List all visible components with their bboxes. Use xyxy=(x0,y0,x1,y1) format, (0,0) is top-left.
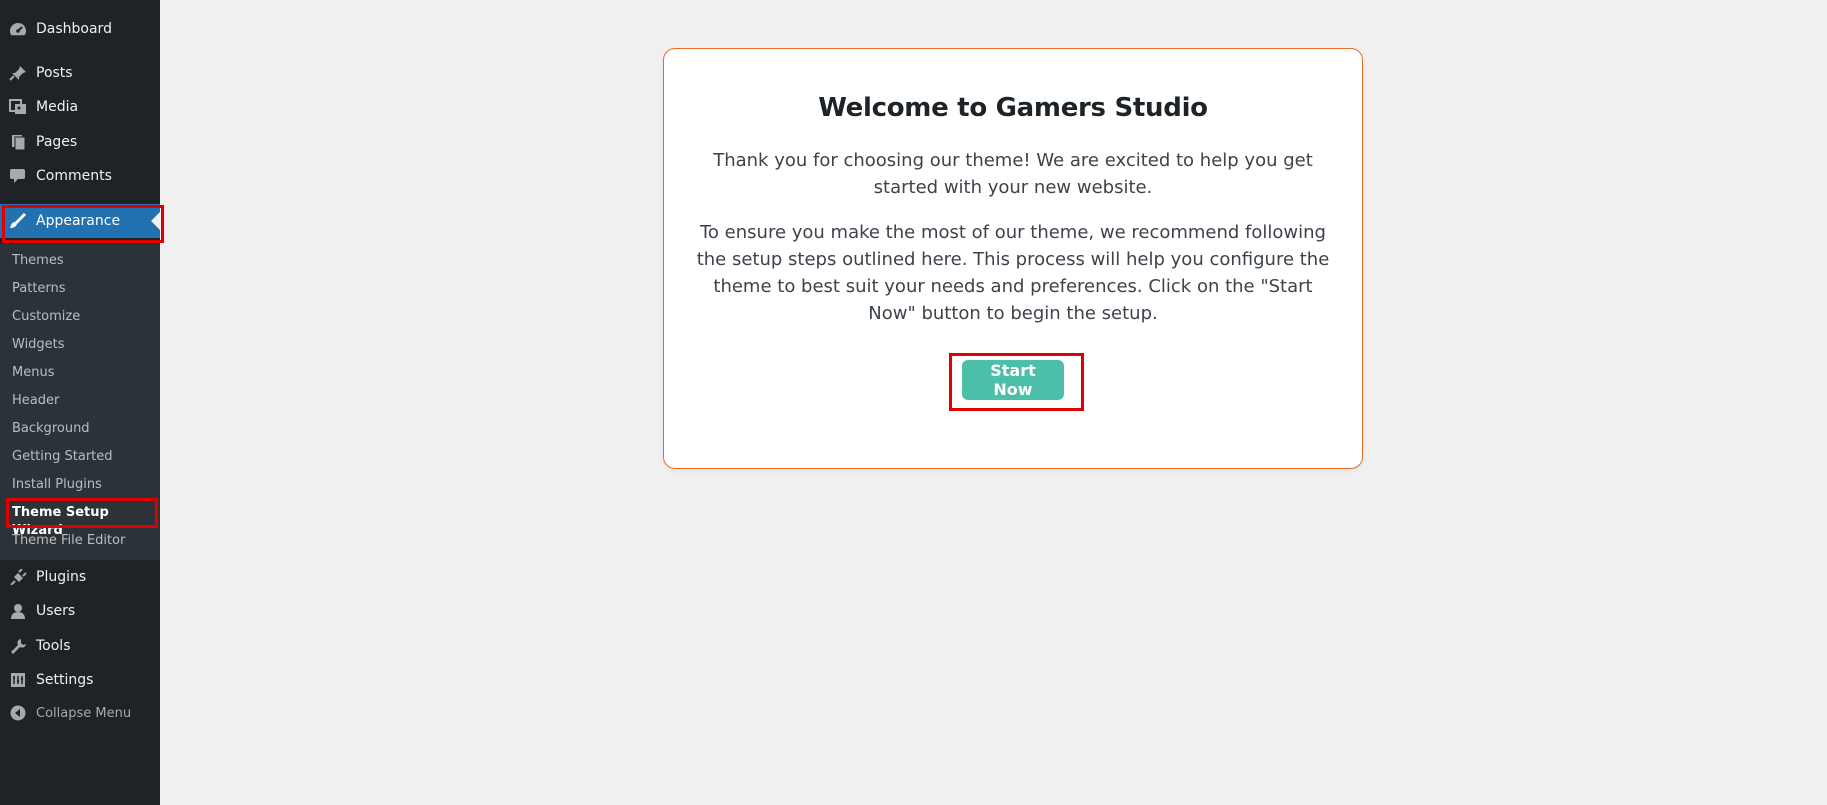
sidebar-item-label: Plugins xyxy=(36,569,87,585)
sidebar-item-tools[interactable]: Tools xyxy=(0,629,160,663)
dashboard-icon xyxy=(8,21,28,37)
settings-icon xyxy=(8,672,28,688)
sidebar-item-label: Users xyxy=(36,603,76,619)
submenu-item-getting-started[interactable]: Getting Started xyxy=(12,448,113,466)
collapse-icon xyxy=(8,705,28,721)
wrench-icon xyxy=(8,638,28,654)
submenu-item-theme-file-editor[interactable]: Theme File Editor xyxy=(12,532,125,550)
card-instructions-text: To ensure you make the most of our theme… xyxy=(696,222,1330,324)
media-icon xyxy=(8,99,28,115)
collapse-menu-button[interactable]: Collapse Menu xyxy=(0,696,160,730)
submenu-item-install-plugins[interactable]: Install Plugins xyxy=(12,476,102,494)
submenu-item-background[interactable]: Background xyxy=(12,420,90,438)
sidebar-item-label: Posts xyxy=(36,65,73,81)
sidebar-item-label: Pages xyxy=(36,134,78,150)
sidebar-item-label: Settings xyxy=(36,672,94,688)
plugin-icon xyxy=(8,569,28,585)
comment-icon xyxy=(8,168,28,184)
sidebar-item-label: Tools xyxy=(36,638,71,654)
sidebar-item-settings[interactable]: Settings xyxy=(0,663,160,697)
sidebar-item-users[interactable]: Users xyxy=(0,594,160,628)
pushpin-icon xyxy=(8,65,28,81)
sidebar-item-label: Comments xyxy=(36,168,112,184)
paintbrush-icon xyxy=(8,213,28,229)
sidebar-item-label: Appearance xyxy=(36,213,121,229)
submenu-item-widgets[interactable]: Widgets xyxy=(12,336,65,354)
sidebar-item-posts[interactable]: Posts xyxy=(0,56,160,90)
submenu-item-customize[interactable]: Customize xyxy=(12,308,80,326)
user-icon xyxy=(8,603,28,619)
sidebar-item-appearance[interactable]: Appearance xyxy=(0,204,160,238)
sidebar-item-dashboard[interactable]: Dashboard xyxy=(0,12,160,46)
appearance-submenu: Themes Patterns Customize Widgets Menus … xyxy=(0,244,160,560)
sidebar-item-label: Dashboard xyxy=(36,21,112,37)
start-now-button[interactable]: Start Now xyxy=(962,360,1064,400)
sidebar-item-comments[interactable]: Comments xyxy=(0,159,160,193)
pages-icon xyxy=(8,134,28,150)
sidebar-item-label: Media xyxy=(36,99,79,115)
sidebar-item-media[interactable]: Media xyxy=(0,90,160,124)
welcome-card: Welcome to Gamers Studio Thank you for c… xyxy=(663,48,1363,469)
card-intro-text: Thank you for choosing our theme! We are… xyxy=(713,150,1313,198)
sidebar-item-pages[interactable]: Pages xyxy=(0,125,160,159)
sidebar-item-label: Collapse Menu xyxy=(36,705,132,721)
submenu-item-menus[interactable]: Menus xyxy=(12,364,54,382)
card-title: Welcome to Gamers Studio xyxy=(818,93,1208,123)
current-menu-arrow xyxy=(151,212,160,230)
submenu-item-header[interactable]: Header xyxy=(12,392,59,410)
sidebar-item-plugins[interactable]: Plugins xyxy=(0,560,160,594)
admin-sidebar: Dashboard Posts Media Pages Comments App… xyxy=(0,0,164,805)
submenu-item-themes[interactable]: Themes xyxy=(12,252,64,270)
submenu-item-patterns[interactable]: Patterns xyxy=(12,280,66,298)
